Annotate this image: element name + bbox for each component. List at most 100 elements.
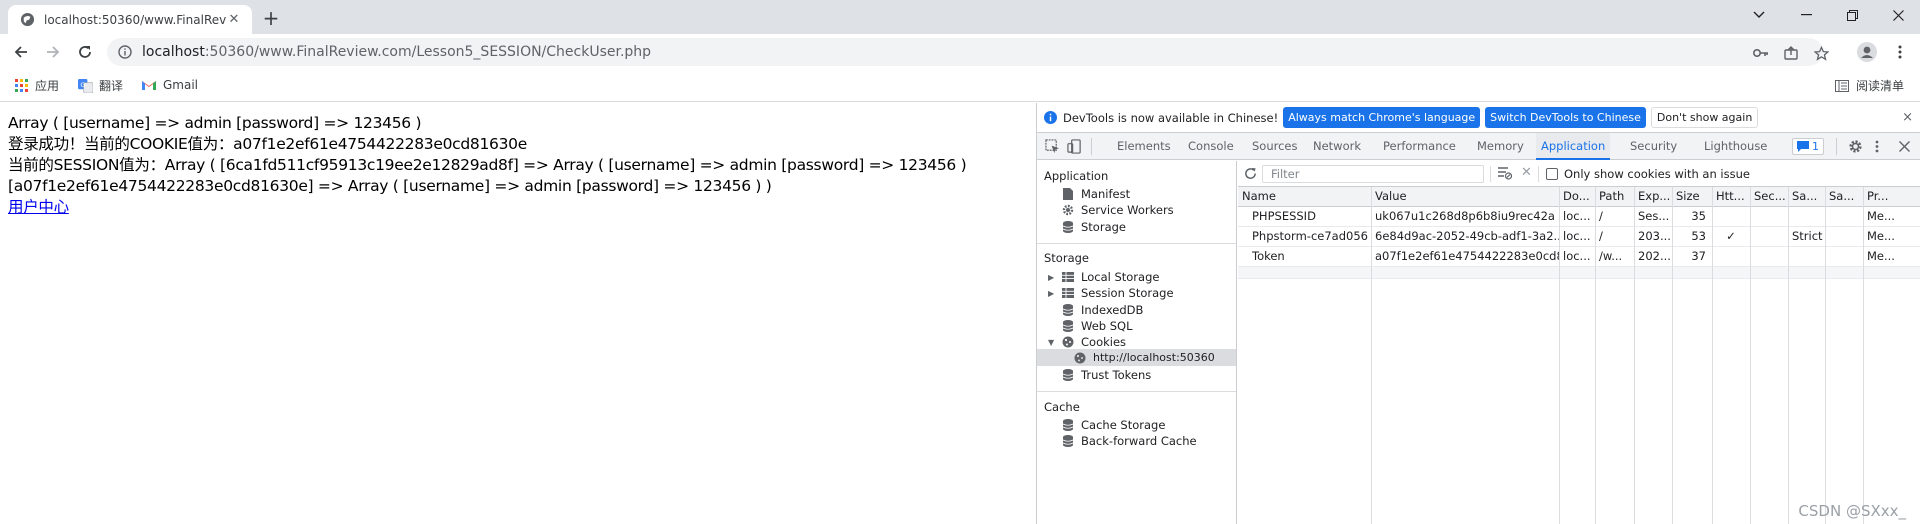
devtools-language-infobar: DevTools is now available in Chinese! Al… bbox=[1037, 103, 1920, 133]
reading-list-button[interactable]: 阅读清单 bbox=[1834, 77, 1904, 94]
col-sameparty[interactable]: Sa... bbox=[1825, 187, 1863, 207]
only-issues-checkbox[interactable] bbox=[1546, 168, 1558, 180]
cell-path: /w... bbox=[1599, 249, 1623, 263]
col-name[interactable]: Name bbox=[1238, 187, 1371, 207]
close-window-icon[interactable] bbox=[1882, 4, 1914, 26]
table-row[interactable]: Phpstorm-ce7ad056 6e84d9ac-2052-49cb-adf… bbox=[1238, 227, 1920, 247]
post-array-line: Array ( [username] => admin [password] =… bbox=[8, 114, 422, 132]
cookie-filter-input[interactable]: Filter bbox=[1262, 165, 1484, 183]
close-devtools-icon[interactable] bbox=[1899, 141, 1910, 152]
col-size[interactable]: Size bbox=[1672, 187, 1712, 207]
bookmark-translate[interactable]: G 翻译 bbox=[77, 77, 123, 94]
inspect-element-icon[interactable] bbox=[1045, 139, 1060, 154]
page-content: Array ( [username] => admin [password] =… bbox=[0, 103, 1036, 524]
table-grid-icon bbox=[1061, 270, 1075, 284]
sidebar-item-label: Cache Storage bbox=[1081, 418, 1166, 432]
col-httponly[interactable]: Htt... bbox=[1712, 187, 1750, 207]
share-icon[interactable] bbox=[1782, 44, 1800, 62]
col-domain[interactable]: Do... bbox=[1559, 187, 1595, 207]
refresh-icon[interactable] bbox=[1244, 167, 1257, 180]
infobar-close-icon[interactable]: × bbox=[1902, 110, 1913, 125]
cell-samesite bbox=[1788, 207, 1825, 227]
switch-to-chinese-button[interactable]: Switch DevTools to Chinese bbox=[1485, 107, 1646, 128]
profile-avatar-icon[interactable] bbox=[1856, 41, 1878, 63]
cell-httponly bbox=[1712, 207, 1750, 227]
sidebar-item-cookie-origin[interactable]: http://localhost:50360 bbox=[1073, 349, 1215, 366]
col-value[interactable]: Value bbox=[1371, 187, 1559, 207]
dont-show-again-button[interactable]: Don't show again bbox=[1650, 107, 1759, 128]
issues-count: 1 bbox=[1812, 140, 1819, 153]
cell-httponly: ✓ bbox=[1726, 229, 1736, 243]
col-secure[interactable]: Sec... bbox=[1750, 187, 1788, 207]
database-icon bbox=[1061, 434, 1075, 448]
reload-icon[interactable] bbox=[75, 42, 95, 62]
back-icon[interactable] bbox=[11, 42, 31, 62]
forward-icon[interactable] bbox=[43, 42, 63, 62]
col-path[interactable]: Path bbox=[1595, 187, 1634, 207]
gear-icon bbox=[1061, 203, 1075, 217]
only-issues-label: Only show cookies with an issue bbox=[1564, 167, 1750, 181]
cell-value: uk067u1c268d8p6b8iu9rec42a bbox=[1375, 209, 1555, 223]
sidebar-item-label: Back-forward Cache bbox=[1081, 434, 1197, 448]
sidebar-item-trust-tokens[interactable]: Trust Tokens bbox=[1061, 366, 1151, 384]
tab-application[interactable]: Application bbox=[1536, 133, 1611, 160]
file-icon bbox=[1061, 187, 1075, 201]
user-center-link[interactable]: 用户中心 bbox=[8, 198, 69, 216]
bookmark-star-icon[interactable] bbox=[1812, 44, 1830, 62]
empty-row bbox=[1238, 267, 1920, 279]
tab-network[interactable]: Network bbox=[1313, 133, 1361, 160]
tab-lighthouse[interactable]: Lighthouse bbox=[1704, 133, 1767, 160]
cell-value: a07f1e2ef61e4754422283e0cd8... bbox=[1375, 249, 1559, 263]
bookmark-apps[interactable]: 应用 bbox=[13, 77, 59, 94]
col-expires[interactable]: Exp... bbox=[1634, 187, 1672, 207]
reading-list-label: 阅读清单 bbox=[1856, 79, 1905, 93]
tab-sources[interactable]: Sources bbox=[1252, 133, 1298, 160]
database-icon bbox=[1061, 220, 1075, 234]
tab-memory[interactable]: Memory bbox=[1477, 133, 1524, 160]
table-row[interactable]: Token a07f1e2ef61e4754422283e0cd8... loc… bbox=[1238, 247, 1920, 267]
devtools-tabbar: Elements Console Sources Network Perform… bbox=[1037, 133, 1920, 160]
sidebar-item-label: Session Storage bbox=[1081, 286, 1174, 300]
more-options-icon[interactable] bbox=[1875, 140, 1879, 153]
clear-filtered-icon[interactable] bbox=[1498, 167, 1512, 180]
expand-arrow-icon[interactable]: ▶ bbox=[1048, 273, 1054, 282]
close-tab-icon[interactable]: ✕ bbox=[226, 12, 242, 28]
database-icon bbox=[1061, 319, 1075, 333]
site-info-icon[interactable] bbox=[118, 45, 132, 59]
col-samesite[interactable]: Sa... bbox=[1788, 187, 1825, 207]
table-row[interactable]: PHPSESSID uk067u1c268d8p6b8iu9rec42a loc… bbox=[1238, 207, 1920, 227]
tab-search-icon[interactable] bbox=[1743, 4, 1775, 26]
cell-samesite: Strict bbox=[1792, 229, 1823, 243]
address-bar[interactable]: localhost:50360/www.FinalReview.com/Less… bbox=[107, 38, 1829, 66]
info-icon bbox=[1044, 111, 1057, 124]
key-icon[interactable] bbox=[1752, 44, 1770, 62]
sidebar-item-storage[interactable]: Storage bbox=[1061, 218, 1126, 236]
collapse-arrow-icon[interactable]: ▼ bbox=[1048, 338, 1054, 347]
new-tab-button[interactable]: + bbox=[260, 8, 282, 28]
browser-tab[interactable]: localhost:50360/www.FinalRevi ✕ bbox=[8, 5, 252, 34]
col-priority[interactable]: Pr... bbox=[1863, 187, 1920, 207]
tab-elements[interactable]: Elements bbox=[1117, 133, 1171, 160]
device-toolbar-icon[interactable] bbox=[1067, 139, 1082, 154]
tab-console[interactable]: Console bbox=[1188, 133, 1234, 160]
always-match-language-button[interactable]: Always match Chrome's language bbox=[1283, 107, 1481, 128]
tab-performance[interactable]: Performance bbox=[1383, 133, 1456, 160]
cell-expires: 203... bbox=[1638, 229, 1671, 243]
sidebar-item-session-storage[interactable]: Session Storage bbox=[1061, 284, 1174, 302]
google-translate-icon: G bbox=[77, 78, 93, 94]
cell-samesite bbox=[1788, 247, 1825, 267]
expand-arrow-icon[interactable]: ▶ bbox=[1048, 289, 1054, 298]
sidebar-item-service-workers[interactable]: Service Workers bbox=[1061, 201, 1174, 219]
sidebar-item-back-forward-cache[interactable]: Back-forward Cache bbox=[1061, 432, 1197, 450]
issues-badge[interactable]: 1 bbox=[1792, 138, 1824, 155]
cell-priority: Me... bbox=[1867, 209, 1895, 223]
restore-icon[interactable] bbox=[1836, 4, 1868, 26]
chrome-menu-icon[interactable] bbox=[1890, 42, 1910, 62]
minimize-icon[interactable] bbox=[1790, 4, 1822, 26]
tab-security[interactable]: Security bbox=[1630, 133, 1677, 160]
sidebar-item-label: http://localhost:50360 bbox=[1093, 351, 1215, 364]
delete-icon[interactable]: ✕ bbox=[1521, 165, 1532, 180]
settings-gear-icon[interactable] bbox=[1848, 139, 1863, 154]
bookmark-gmail[interactable]: Gmail bbox=[141, 77, 198, 93]
reading-list-icon bbox=[1834, 78, 1850, 94]
